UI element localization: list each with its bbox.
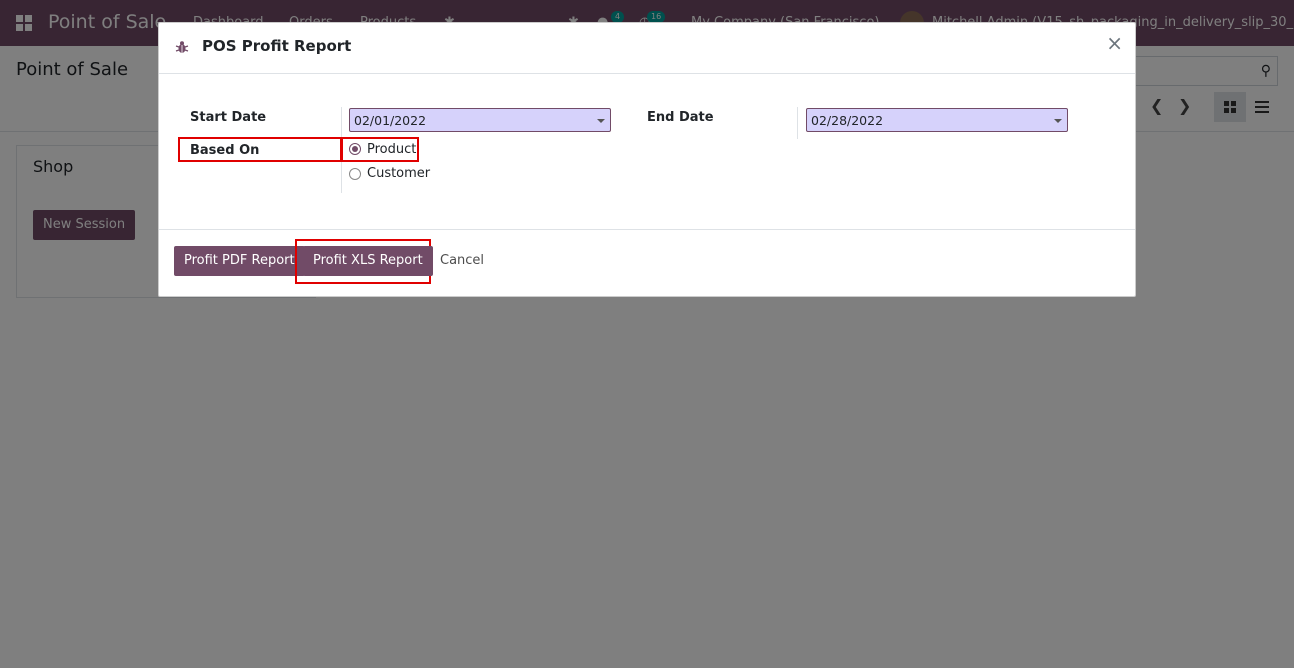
start-date-field[interactable]: 02/01/2022 (349, 108, 611, 132)
customer-option-label[interactable]: Customer (367, 166, 430, 181)
chevron-down-icon (1054, 119, 1062, 123)
start-date-label: Start Date (190, 110, 267, 125)
profit-pdf-report-button[interactable]: Profit PDF Report (174, 246, 305, 276)
dialog-footer: Profit PDF Report Profit XLS Report Canc… (159, 229, 1135, 296)
based-on-label: Based On (190, 143, 260, 158)
chevron-down-icon (597, 119, 605, 123)
product-option-label[interactable]: Product (367, 142, 416, 157)
start-date-value: 02/01/2022 (354, 113, 427, 128)
close-icon[interactable]: × (1106, 33, 1123, 53)
end-date-value: 02/28/2022 (811, 113, 884, 128)
customer-radio[interactable] (349, 168, 361, 180)
end-date-label: End Date (647, 110, 714, 125)
product-radio[interactable] (349, 143, 361, 155)
profit-report-dialog: POS Profit Report × Start Date 02/01/202… (158, 22, 1136, 297)
profit-xls-report-button[interactable]: Profit XLS Report (303, 246, 433, 276)
end-date-field[interactable]: 02/28/2022 (806, 108, 1068, 132)
field-separator (797, 107, 798, 139)
cancel-button[interactable]: Cancel (430, 246, 494, 276)
bug-icon (175, 41, 189, 53)
dialog-title: POS Profit Report (202, 37, 352, 55)
dialog-header: POS Profit Report × (159, 23, 1135, 74)
